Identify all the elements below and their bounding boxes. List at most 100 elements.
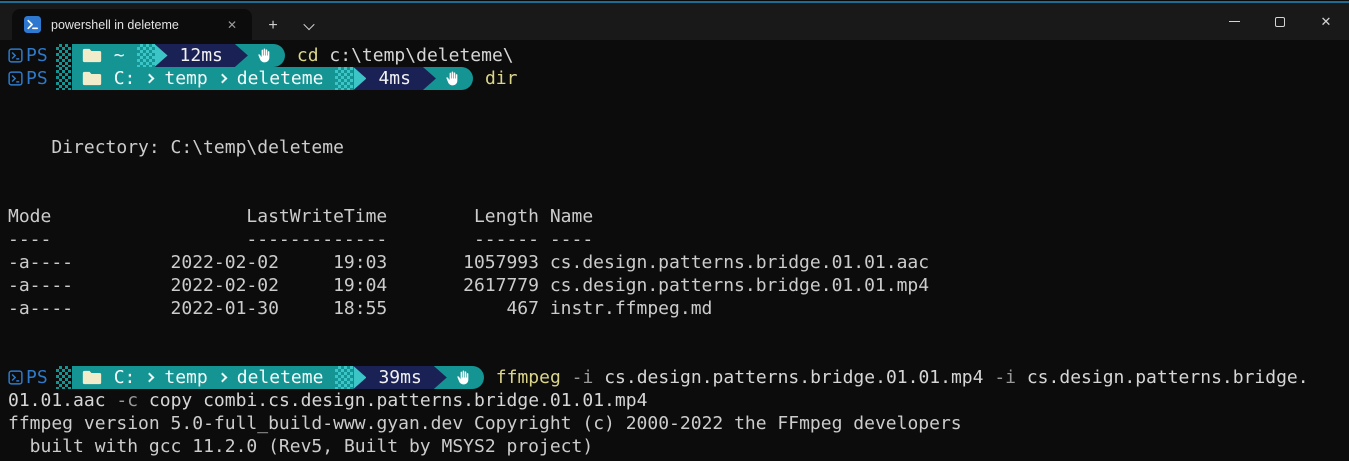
- command-arg-file: 01.01.aac: [8, 390, 106, 411]
- folder-icon: [82, 47, 102, 64]
- powerline-arrow-icon: [353, 67, 367, 90]
- col-header-mode: Mode: [8, 206, 52, 227]
- command-arg-file: cs.design.patterns.bridge.: [1026, 367, 1309, 388]
- cwd-dir: temp: [164, 367, 208, 388]
- cell-name: cs.design.patterns.bridge.01.01.aac: [549, 252, 930, 273]
- col-header-lastwritetime: LastWriteTime: [246, 206, 388, 227]
- close-button[interactable]: ✕: [1303, 3, 1349, 40]
- hand-icon: [446, 71, 458, 86]
- status-segment: [446, 366, 484, 389]
- command-name: cd: [296, 45, 319, 66]
- path-chevron-icon: [217, 372, 228, 383]
- dir-table-header: Mode LastWriteTime Length Name: [8, 205, 1349, 228]
- tab-powershell[interactable]: powershell in deleteme ✕: [12, 9, 252, 40]
- cell-date: 2022-02-02: [170, 252, 279, 273]
- segment-dissolve-edge: [55, 44, 71, 67]
- cell-name: cs.design.patterns.bridge.01.01.mp4: [549, 275, 930, 296]
- new-tab-button[interactable]: +: [258, 12, 288, 40]
- directory-path-line: Directory: C:\temp\deleteme: [8, 136, 1349, 159]
- cell-time: 19:03: [333, 252, 388, 273]
- chevron-down-icon: [303, 18, 315, 30]
- minimize-button[interactable]: [1211, 3, 1257, 40]
- prompt-line-2: PS C: temp deleteme 4ms dir: [8, 67, 1349, 90]
- shell-badge: PS: [8, 67, 48, 90]
- table-row: -a---- 2022-02-02 19:03 1057993 cs.design…: [8, 251, 1349, 274]
- cwd-drive: C:: [113, 68, 136, 89]
- divider-name: ----: [549, 229, 594, 250]
- duration-segment: 39ms: [366, 366, 434, 389]
- segment-dissolve-mid: [335, 366, 354, 389]
- cwd-home: ~: [113, 45, 125, 66]
- titlebar[interactable]: powershell in deleteme ✕ + ✕: [0, 3, 1349, 40]
- duration-label: 12ms: [179, 45, 223, 66]
- tab-title: powershell in deleteme: [51, 17, 179, 32]
- tab-close-icon[interactable]: ✕: [222, 16, 242, 34]
- command-arg-file: cs.design.patterns.bridge.01.01.mp4: [604, 367, 984, 388]
- segment-dissolve-mid: [335, 67, 354, 90]
- cwd-drive: C:: [113, 367, 136, 388]
- segment-dissolve-edge: [55, 67, 71, 90]
- tab-dropdown-button[interactable]: [294, 12, 324, 40]
- status-segment: [435, 67, 473, 90]
- maximize-button[interactable]: [1257, 3, 1303, 40]
- segment-dissolve-mid: [136, 44, 155, 67]
- folder-icon: [82, 369, 102, 386]
- output-line-ffmpeg-version: ffmpeg version 5.0-full_build-www.gyan.d…: [8, 413, 962, 434]
- col-header-length: Length: [473, 206, 539, 227]
- duration-segment: 12ms: [167, 44, 235, 67]
- cell-mode: -a----: [8, 252, 74, 273]
- powerline-arrow-icon: [353, 366, 367, 389]
- cell-length: 467: [506, 298, 539, 319]
- powershell-prompt-icon: [8, 71, 23, 86]
- command-name: dir: [484, 68, 518, 89]
- command-flag: -c: [105, 390, 149, 411]
- powershell-logo-icon: [24, 16, 41, 33]
- cell-length: 1057993: [463, 252, 539, 273]
- directory-path: C:\temp\deleteme: [170, 137, 344, 158]
- powerline-arrow-icon: [433, 366, 447, 389]
- cell-time: 18:55: [333, 298, 388, 319]
- command-flag: -i: [560, 367, 605, 388]
- duration-segment: 4ms: [366, 67, 423, 90]
- divider-lastwritetime: -------------: [246, 229, 388, 250]
- window-controls: ✕: [1211, 3, 1349, 40]
- cwd-segment: C: temp deleteme: [71, 67, 336, 90]
- folder-icon: [82, 70, 102, 87]
- cwd-dir: deleteme: [236, 68, 324, 89]
- status-segment: [247, 44, 285, 67]
- cwd-dir: deleteme: [236, 367, 324, 388]
- col-header-name: Name: [549, 206, 594, 227]
- command-name: ffmpeg: [495, 367, 561, 388]
- cell-time: 19:04: [333, 275, 388, 296]
- prompt-line-3: PS C: temp deleteme 39ms ffmpeg -i cs.de…: [8, 366, 1349, 389]
- duration-label: 39ms: [378, 367, 422, 388]
- divider-mode: ----: [8, 229, 52, 250]
- shell-badge: PS: [8, 44, 48, 67]
- segment-dissolve-edge: [55, 366, 71, 389]
- maximize-icon: [1275, 16, 1285, 27]
- dir-table-divider: ---- ------------- ------ ----: [8, 228, 1349, 251]
- cell-date: 2022-02-02: [170, 275, 279, 296]
- cell-date: 2022-01-30: [170, 298, 279, 319]
- divider-length: ------: [473, 229, 539, 250]
- command-wrap-line: 01.01.aac -c copy combi.cs.design.patter…: [8, 389, 1349, 412]
- path-chevron-icon: [144, 372, 155, 383]
- command-line: dir: [485, 67, 518, 90]
- hand-icon: [457, 370, 469, 385]
- cell-mode: -a----: [8, 298, 74, 319]
- directory-label: Directory:: [51, 137, 160, 158]
- powershell-prompt-icon: [8, 48, 23, 63]
- command-flag: -i: [983, 367, 1027, 388]
- duration-label: 4ms: [378, 68, 411, 89]
- prompt-line-1: PS ~ 12ms cd c:\temp\deleteme\: [8, 44, 1349, 67]
- output-line-ffmpeg-build: built with gcc 11.2.0 (Rev5, Built by MS…: [8, 436, 594, 457]
- command-arg-rest: copy combi.cs.design.patterns.bridge.01.…: [148, 390, 648, 411]
- table-row: -a---- 2022-01-30 18:55 467 instr.ffmpeg.…: [8, 297, 1349, 320]
- cwd-segment: ~: [71, 44, 137, 67]
- terminal-content[interactable]: PS ~ 12ms cd c:\temp\deleteme\ PS C: tem…: [0, 40, 1349, 461]
- table-row: -a---- 2022-02-02 19:04 2617779 cs.design…: [8, 274, 1349, 297]
